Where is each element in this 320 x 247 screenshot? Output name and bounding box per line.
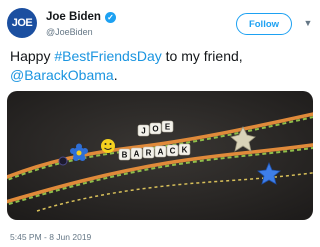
avatar-text: JOE xyxy=(11,17,33,29)
tweet-line-2: @BarackObama. xyxy=(10,66,314,85)
tweet-line-1: Happy #BestFriendsDay to my friend, xyxy=(10,47,314,66)
author-name-row: Joe Biden ✓ xyxy=(46,11,116,23)
tweet-text-prefix: Happy xyxy=(10,48,55,64)
avatar[interactable]: JOE xyxy=(7,8,37,38)
svg-text:R: R xyxy=(146,149,152,158)
dark-bead xyxy=(58,156,68,166)
svg-text:K: K xyxy=(182,146,188,155)
author-name[interactable]: Joe Biden xyxy=(46,11,101,23)
tweet-timestamp[interactable]: 5:45 PM - 8 Jun 2019 xyxy=(10,232,91,242)
chevron-down-icon[interactable]: ▼ xyxy=(302,17,314,29)
mention-suffix: . xyxy=(113,67,118,83)
svg-text:A: A xyxy=(134,150,140,159)
svg-text:A: A xyxy=(158,148,164,157)
tweet-text: Happy #BestFriendsDay to my friend, @Bar… xyxy=(10,47,314,85)
follow-button[interactable]: Follow xyxy=(236,13,292,35)
smiley-bead xyxy=(101,139,115,153)
tweet-text-suffix: to my friend, xyxy=(161,48,243,64)
tweet-photo[interactable]: J O E B A R A C K xyxy=(7,91,313,220)
mention-link[interactable]: @BarackObama xyxy=(10,67,114,83)
hashtag-link[interactable]: #BestFriendsDay xyxy=(54,48,161,64)
svg-text:E: E xyxy=(165,123,171,132)
author-handle[interactable]: @JoeBiden xyxy=(46,27,93,37)
svg-text:J: J xyxy=(141,127,145,136)
verified-badge-icon: ✓ xyxy=(104,11,116,23)
svg-text:O: O xyxy=(152,125,158,134)
friendship-bracelets-image: J O E B A R A C K xyxy=(7,91,313,220)
svg-text:B: B xyxy=(122,151,128,160)
svg-text:C: C xyxy=(170,147,176,156)
